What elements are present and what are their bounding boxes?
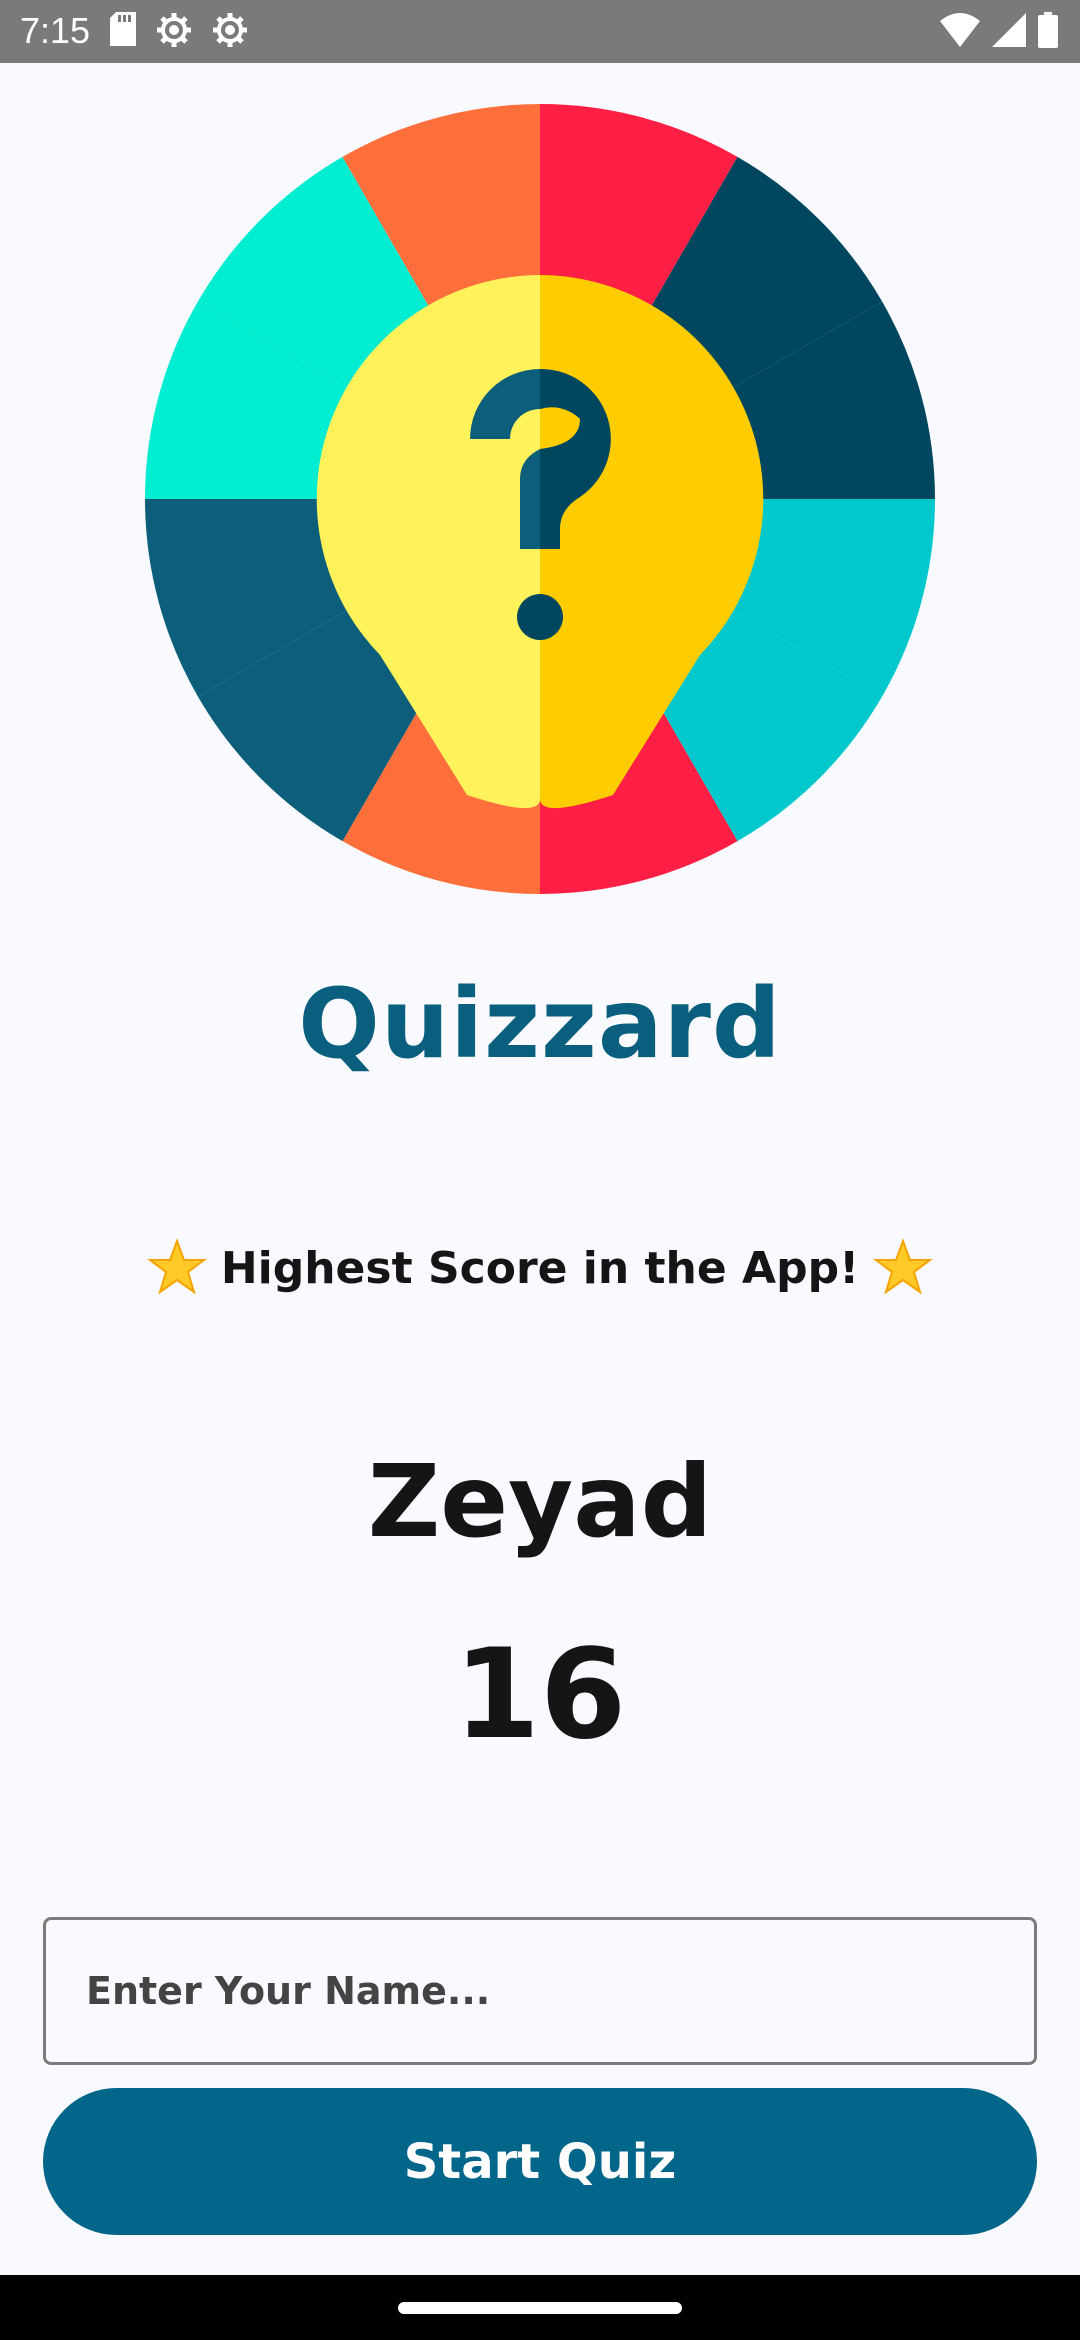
battery-icon: [1038, 12, 1058, 52]
highscore-label-row: Highest Score in the App!: [0, 1238, 1080, 1298]
question-wheel-logo: [144, 103, 935, 894]
highscore-player-name: Zeyad: [367, 1443, 713, 1560]
wifi-icon: [940, 13, 980, 51]
highscore-label: Highest Score in the App!: [220, 1242, 860, 1294]
status-time: 7:15: [20, 10, 91, 51]
sd-card-icon: [110, 12, 136, 52]
settings-icon: [156, 12, 192, 52]
settings-icon: [212, 12, 248, 52]
app-title: Quizzard: [298, 968, 782, 1080]
star-icon: [873, 1238, 934, 1298]
signal-icon: [992, 13, 1026, 51]
highscore-value: 16: [453, 1623, 627, 1767]
navigation-bar: [0, 2275, 1080, 2340]
name-input[interactable]: [43, 1917, 1037, 2065]
start-quiz-button[interactable]: Start Quiz: [43, 2088, 1037, 2235]
home-indicator[interactable]: [398, 2302, 682, 2314]
status-right-icons: [940, 12, 1058, 52]
status-bar: 7:15: [0, 0, 1080, 63]
star-icon: [146, 1238, 207, 1298]
quiz-home-screen: Quizzard Highest Score in the App! Zeyad…: [0, 63, 1080, 2275]
status-left-icons: [110, 12, 248, 52]
